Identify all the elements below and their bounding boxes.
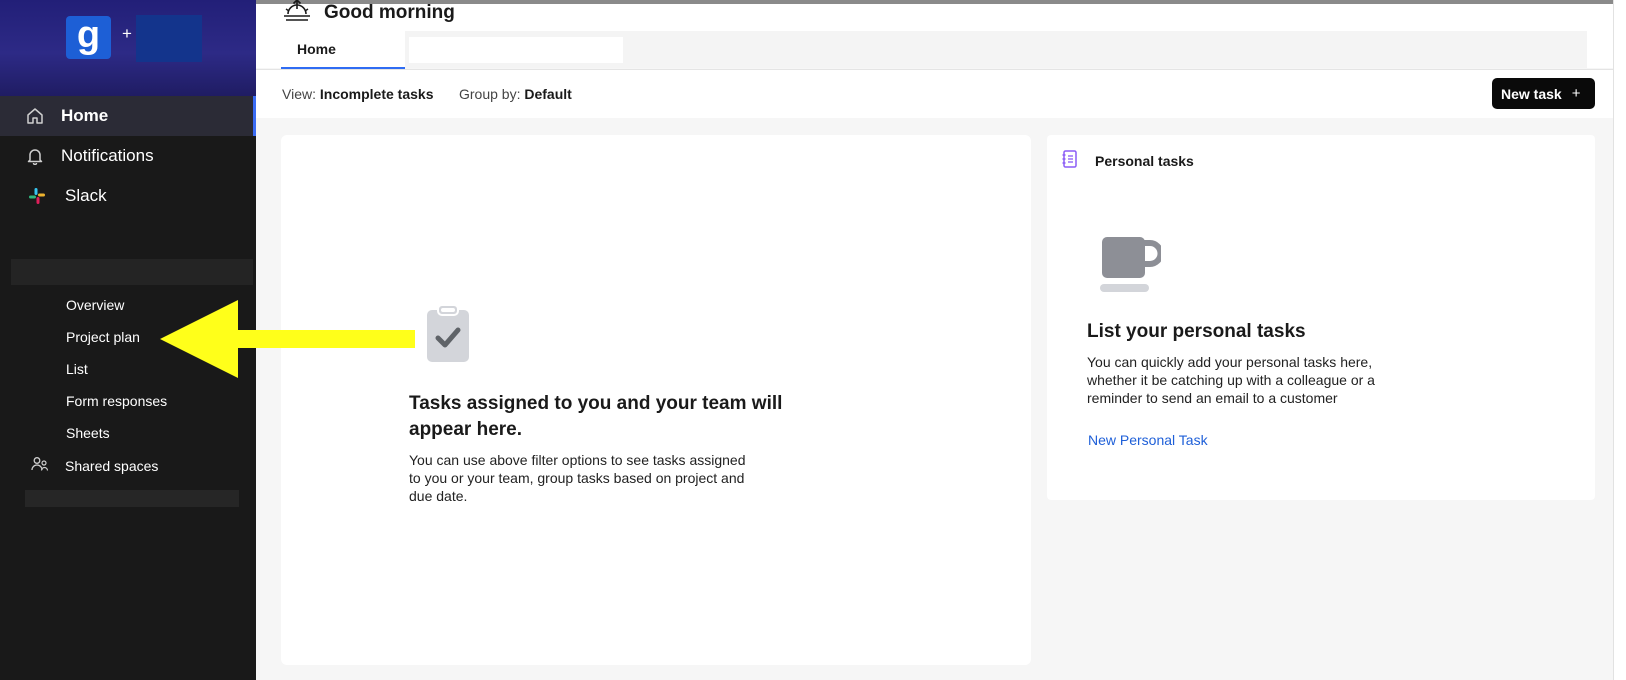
- personal-tasks-description: You can quickly add your personal tasks …: [1087, 354, 1375, 406]
- sidebar-item-home[interactable]: Home: [0, 96, 256, 136]
- new-task-button[interactable]: New task +: [1492, 78, 1595, 109]
- sidebar-item-form-responses[interactable]: Form responses: [66, 393, 167, 409]
- view-filter-label: View:: [282, 86, 316, 102]
- annotation-arrow: [160, 300, 416, 383]
- sidebar-item-label: Notifications: [61, 146, 154, 165]
- scrollbar[interactable]: [1613, 0, 1626, 680]
- app-logo[interactable]: g: [66, 16, 111, 59]
- group-by-filter[interactable]: Group by: Default: [459, 86, 572, 102]
- bell-icon: [25, 146, 45, 166]
- sidebar-item-project-plan[interactable]: Project plan: [66, 329, 140, 345]
- sunrise-icon: [282, 0, 312, 27]
- greeting-text: Good morning: [324, 2, 455, 23]
- tab-home[interactable]: Home: [281, 31, 405, 69]
- workspace-header: g +: [0, 0, 256, 97]
- page-title: Good morning: [282, 0, 455, 26]
- workspace-avatar[interactable]: [136, 15, 202, 62]
- users-icon: [31, 456, 51, 475]
- personal-tasks-title-text: Personal tasks: [1095, 152, 1194, 169]
- coffee-cup-icon: [1097, 234, 1164, 299]
- clipboard-check-icon: [426, 304, 470, 368]
- new-task-label: New task: [1501, 85, 1562, 102]
- view-filter[interactable]: View: Incomplete tasks: [282, 86, 433, 102]
- space-name-placeholder[interactable]: [25, 490, 239, 507]
- sidebar-item-overview[interactable]: Overview: [66, 297, 124, 313]
- sidebar-item-label: Shared spaces: [65, 457, 159, 474]
- sidebar-item-list[interactable]: List: [66, 361, 88, 377]
- add-workspace-icon[interactable]: +: [122, 24, 132, 44]
- sidebar-item-slack[interactable]: Slack: [0, 176, 256, 216]
- plus-icon: +: [1571, 85, 1581, 102]
- view-filter-value: Incomplete tasks: [319, 86, 434, 102]
- new-personal-task-link[interactable]: New Personal Task: [1088, 432, 1208, 448]
- slack-icon: [27, 186, 47, 206]
- group-by-label: Group by:: [459, 86, 521, 102]
- sidebar-item-label: Home: [61, 106, 109, 125]
- sidebar-item-shared-spaces[interactable]: Shared spaces: [31, 456, 158, 475]
- sidebar-item-notifications[interactable]: Notifications: [0, 136, 256, 176]
- project-name-placeholder[interactable]: [11, 259, 253, 285]
- personal-tasks-title: Personal tasks: [1062, 150, 1194, 171]
- tasks-empty-heading: Tasks assigned to you and your team will…: [409, 393, 783, 440]
- personal-tasks-heading: List your personal tasks: [1087, 321, 1306, 342]
- notebook-icon: [1062, 150, 1078, 171]
- sidebar-item-sheets[interactable]: Sheets: [66, 425, 110, 441]
- home-icon: [25, 106, 45, 126]
- tab-placeholder[interactable]: [409, 37, 623, 63]
- sidebar-item-label: Slack: [65, 186, 107, 205]
- tasks-empty-description: You can use above filter options to see …: [409, 452, 746, 504]
- group-by-value: Default: [524, 86, 572, 102]
